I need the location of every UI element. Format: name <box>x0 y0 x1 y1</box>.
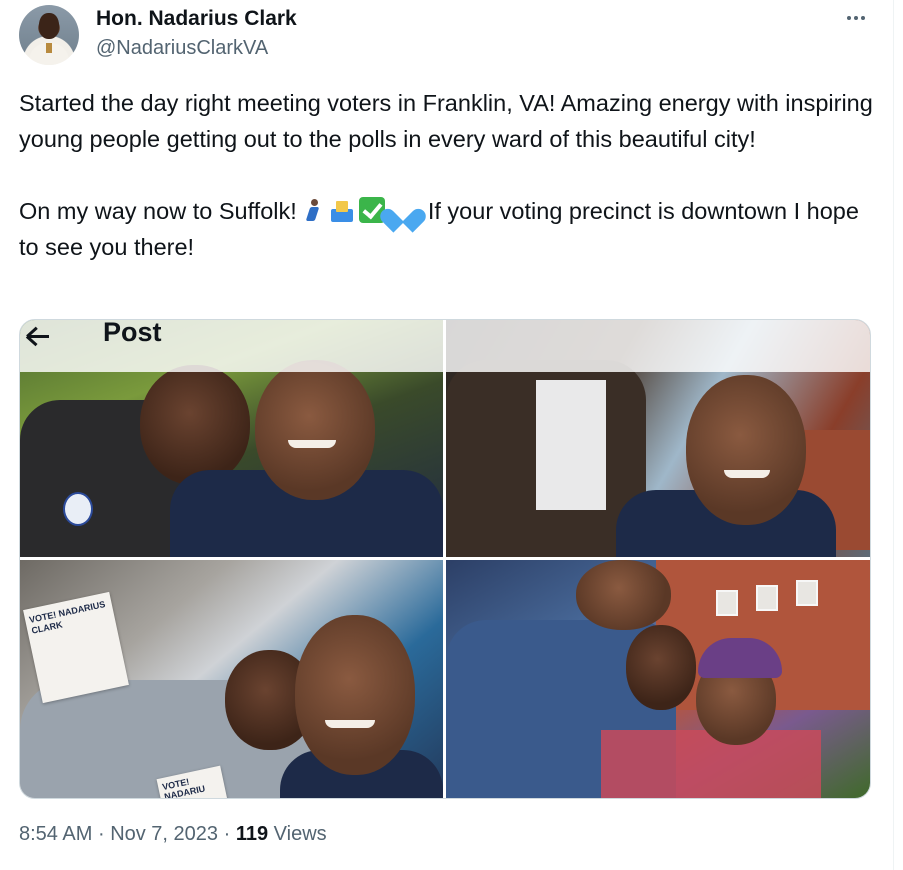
avatar-bowtie <box>46 43 52 53</box>
photo-face <box>626 625 696 710</box>
author-handle[interactable]: @NadariusClarkVA <box>96 37 268 60</box>
photo-smile <box>288 440 336 448</box>
arrow-left-icon[interactable] <box>24 323 54 349</box>
dot-icon <box>854 16 858 20</box>
avatar-head <box>39 13 59 39</box>
ballot-box-emoji <box>329 199 355 223</box>
tweet-time[interactable]: 8:54 AM <box>19 823 92 845</box>
arrow-shaft <box>28 335 49 338</box>
photo-face <box>140 365 250 485</box>
photo-face <box>255 360 375 500</box>
tweet-paragraph-2: On my way now to Suffolk! If your voting… <box>19 193 879 265</box>
dot-icon <box>847 16 851 20</box>
meta-separator: · <box>97 823 105 845</box>
author-name[interactable]: Hon. Nadarius Clark <box>96 7 297 31</box>
more-horizontal-icon[interactable] <box>842 8 870 28</box>
tweet-text: Started the day right meeting voters in … <box>19 85 879 265</box>
dot-icon <box>861 16 865 20</box>
photo-3[interactable]: VOTE! NADARIUS CLARK VOTE! NADARIU <box>20 560 443 798</box>
views-label: Views <box>273 823 327 845</box>
campaign-flyer-text: VOTE! NADARIUS CLARK <box>28 599 107 636</box>
photo-smile <box>325 720 375 728</box>
photo-shirt <box>536 380 606 510</box>
person-running-emoji <box>303 199 325 223</box>
photo-4[interactable] <box>446 560 870 798</box>
photo-plaid-shirt <box>601 730 821 798</box>
voted-sticker <box>63 492 93 526</box>
photo-face <box>295 615 415 775</box>
meta-separator: · <box>223 823 231 845</box>
media-grid: VOTE! NADARIUS CLARK VOTE! NADARIU Post <box>19 319 871 799</box>
tweet-meta: 8:54 AM · Nov 7, 2023 · 119 Views <box>19 823 327 846</box>
photo-face <box>686 375 806 525</box>
building-window <box>716 590 738 616</box>
post-title: Post <box>103 319 162 347</box>
tweet-paragraph-1: Started the day right meeting voters in … <box>19 90 873 152</box>
tweet-paragraph-2-start: On my way now to Suffolk! <box>19 198 297 224</box>
building-window <box>756 585 778 611</box>
campaign-flyer: VOTE! NADARIUS CLARK <box>23 591 129 704</box>
avatar[interactable] <box>19 5 79 65</box>
post-header-overlay: Post <box>20 320 870 372</box>
photo-smile <box>724 470 770 478</box>
building-window <box>796 580 818 606</box>
views-count: 119 <box>235 823 269 845</box>
tweet-date[interactable]: Nov 7, 2023 <box>110 823 218 845</box>
column-divider <box>893 0 894 870</box>
blue-heart-emoji <box>389 197 417 223</box>
photo-face <box>576 560 671 630</box>
